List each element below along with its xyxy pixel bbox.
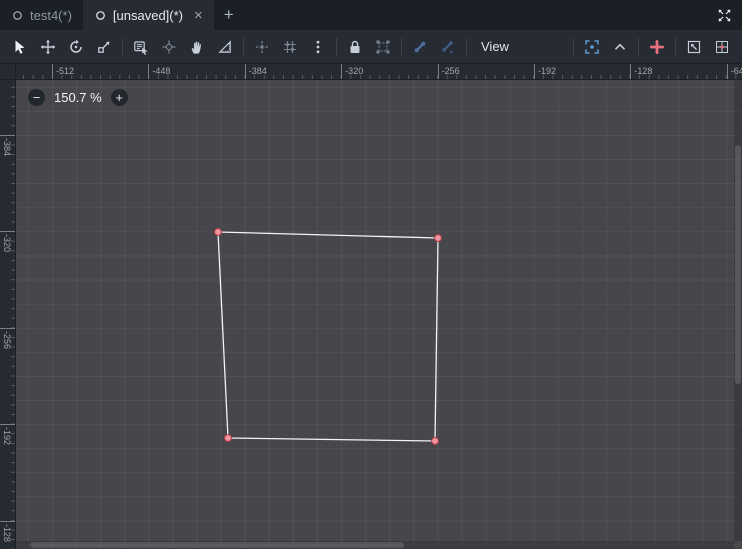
vertex-handle[interactable] [224, 434, 232, 442]
ruler-row: -512 -448 -384 -320 -256 -192 -128 -64 [0, 64, 742, 80]
vertical-scrollbar[interactable] [734, 80, 742, 541]
vertex-handle[interactable] [214, 228, 222, 236]
corner-arrow-icon [687, 40, 701, 53]
list-select-button[interactable] [127, 34, 155, 60]
bone-icon [414, 41, 426, 52]
new-tab-button[interactable]: + [214, 0, 244, 30]
group-button[interactable] [369, 34, 397, 60]
pan-tool-button[interactable] [183, 34, 211, 60]
zoom-value[interactable]: 150.7 % [54, 90, 102, 105]
pivot-tool-button[interactable] [155, 34, 183, 60]
h-ruler-label: -256 [437, 64, 460, 79]
toolbar-separator [401, 37, 402, 56]
edit-points-button[interactable] [680, 34, 708, 60]
bone-menu-icon [442, 40, 454, 54]
pivot-crosshair-icon [162, 40, 176, 53]
lock-button[interactable] [341, 34, 369, 60]
h-ruler-label: -192 [534, 64, 556, 79]
horizontal-scrollbar[interactable] [16, 541, 734, 549]
toolbar-separator [675, 37, 676, 56]
ruler-corner [0, 64, 16, 80]
tab-label: test4(*) [30, 7, 72, 23]
tab-unsaved[interactable]: [unsaved](*) × [82, 0, 214, 30]
h-ruler-label: -128 [630, 64, 652, 79]
grid-dots-icon [716, 40, 728, 53]
polygon-layer [214, 228, 442, 445]
select-tool-button[interactable] [6, 34, 34, 60]
h-ruler-label: -512 [52, 64, 74, 79]
expand-arrows-icon [717, 8, 731, 22]
toolbar-separator [122, 37, 123, 56]
tab-test4[interactable]: test4(*) [0, 0, 83, 30]
horizontal-scrollbar-thumb[interactable] [30, 542, 404, 548]
smart-snap-icon [256, 40, 268, 53]
skeleton-button[interactable] [406, 34, 434, 60]
move-arrows-icon [40, 39, 56, 54]
vertical-scrollbar-thumb[interactable] [735, 144, 741, 385]
move-tool-button[interactable] [34, 34, 62, 60]
polygon-shape[interactable] [217, 231, 439, 442]
list-select-icon [134, 40, 148, 55]
scene-circle-icon [11, 9, 24, 22]
godot-2d-editor: test4(*) [unsaved](*) × + View -512 -448… [0, 0, 742, 549]
h-ruler-label: -320 [341, 64, 363, 79]
vertical-ruler: -384 -320 -256 -192 -128 [0, 80, 16, 549]
toolbar-right-cluster [569, 34, 736, 60]
tab-label: [unsaved](*) [112, 7, 183, 23]
scale-tool-button[interactable] [90, 34, 118, 60]
smart-snap-button[interactable] [248, 34, 276, 60]
snap-options-button[interactable] [304, 34, 332, 60]
collapse-panel-button[interactable] [606, 34, 634, 60]
h-ruler-label: -448 [148, 64, 170, 79]
vertex-handle[interactable] [434, 234, 442, 242]
viewfinder-icon [585, 39, 599, 54]
h-ruler-label: -64 [726, 64, 742, 79]
ruler-tool-button[interactable] [211, 34, 239, 60]
horizontal-ruler: -512 -448 -384 -320 -256 -192 -128 -64 [16, 64, 742, 80]
distraction-free-button[interactable] [706, 0, 742, 30]
add-point-button[interactable] [643, 34, 671, 60]
scene-tabbar: test4(*) [unsaved](*) × + [0, 0, 742, 30]
toolbar-separator [466, 37, 467, 56]
zoom-controls: − 150.7 % + [28, 89, 128, 106]
ruler-triangle-icon [218, 39, 231, 53]
rotate-tool-button[interactable] [62, 34, 90, 60]
plus-cross-icon [650, 39, 664, 54]
chevron-up-icon [614, 43, 626, 50]
grid-snap-button[interactable] [276, 34, 304, 60]
group-icon [376, 40, 390, 53]
grid-config-button[interactable] [708, 34, 736, 60]
close-tab-icon[interactable]: × [194, 8, 203, 23]
vertical-dots-icon [316, 40, 320, 53]
canvas-toolbar: View [0, 30, 742, 64]
editor-main: -384 -320 -256 -192 -128 − 150.7 % + [0, 80, 742, 549]
zoom-out-button[interactable]: − [28, 89, 45, 106]
toolbar-separator [336, 37, 337, 56]
lock-icon [350, 40, 360, 53]
scale-arrow-icon [98, 41, 110, 53]
toolbar-separator [638, 37, 639, 56]
zoom-in-button[interactable]: + [110, 89, 128, 106]
select-arrow-icon [15, 40, 25, 54]
frame-selection-button[interactable] [578, 34, 606, 60]
vertex-handle[interactable] [431, 437, 439, 445]
scene-circle-icon [94, 9, 107, 22]
grid-snap-icon [284, 40, 296, 53]
view-menu-button[interactable]: View [471, 34, 519, 60]
canvas-viewport[interactable]: − 150.7 % + [16, 80, 742, 549]
toolbar-separator [573, 37, 574, 56]
skeleton-options-button[interactable] [434, 34, 462, 60]
toolbar-separator [243, 37, 244, 56]
pan-hand-icon [191, 41, 202, 54]
rotate-arrow-icon [70, 39, 82, 53]
h-ruler-label: -384 [244, 64, 267, 79]
